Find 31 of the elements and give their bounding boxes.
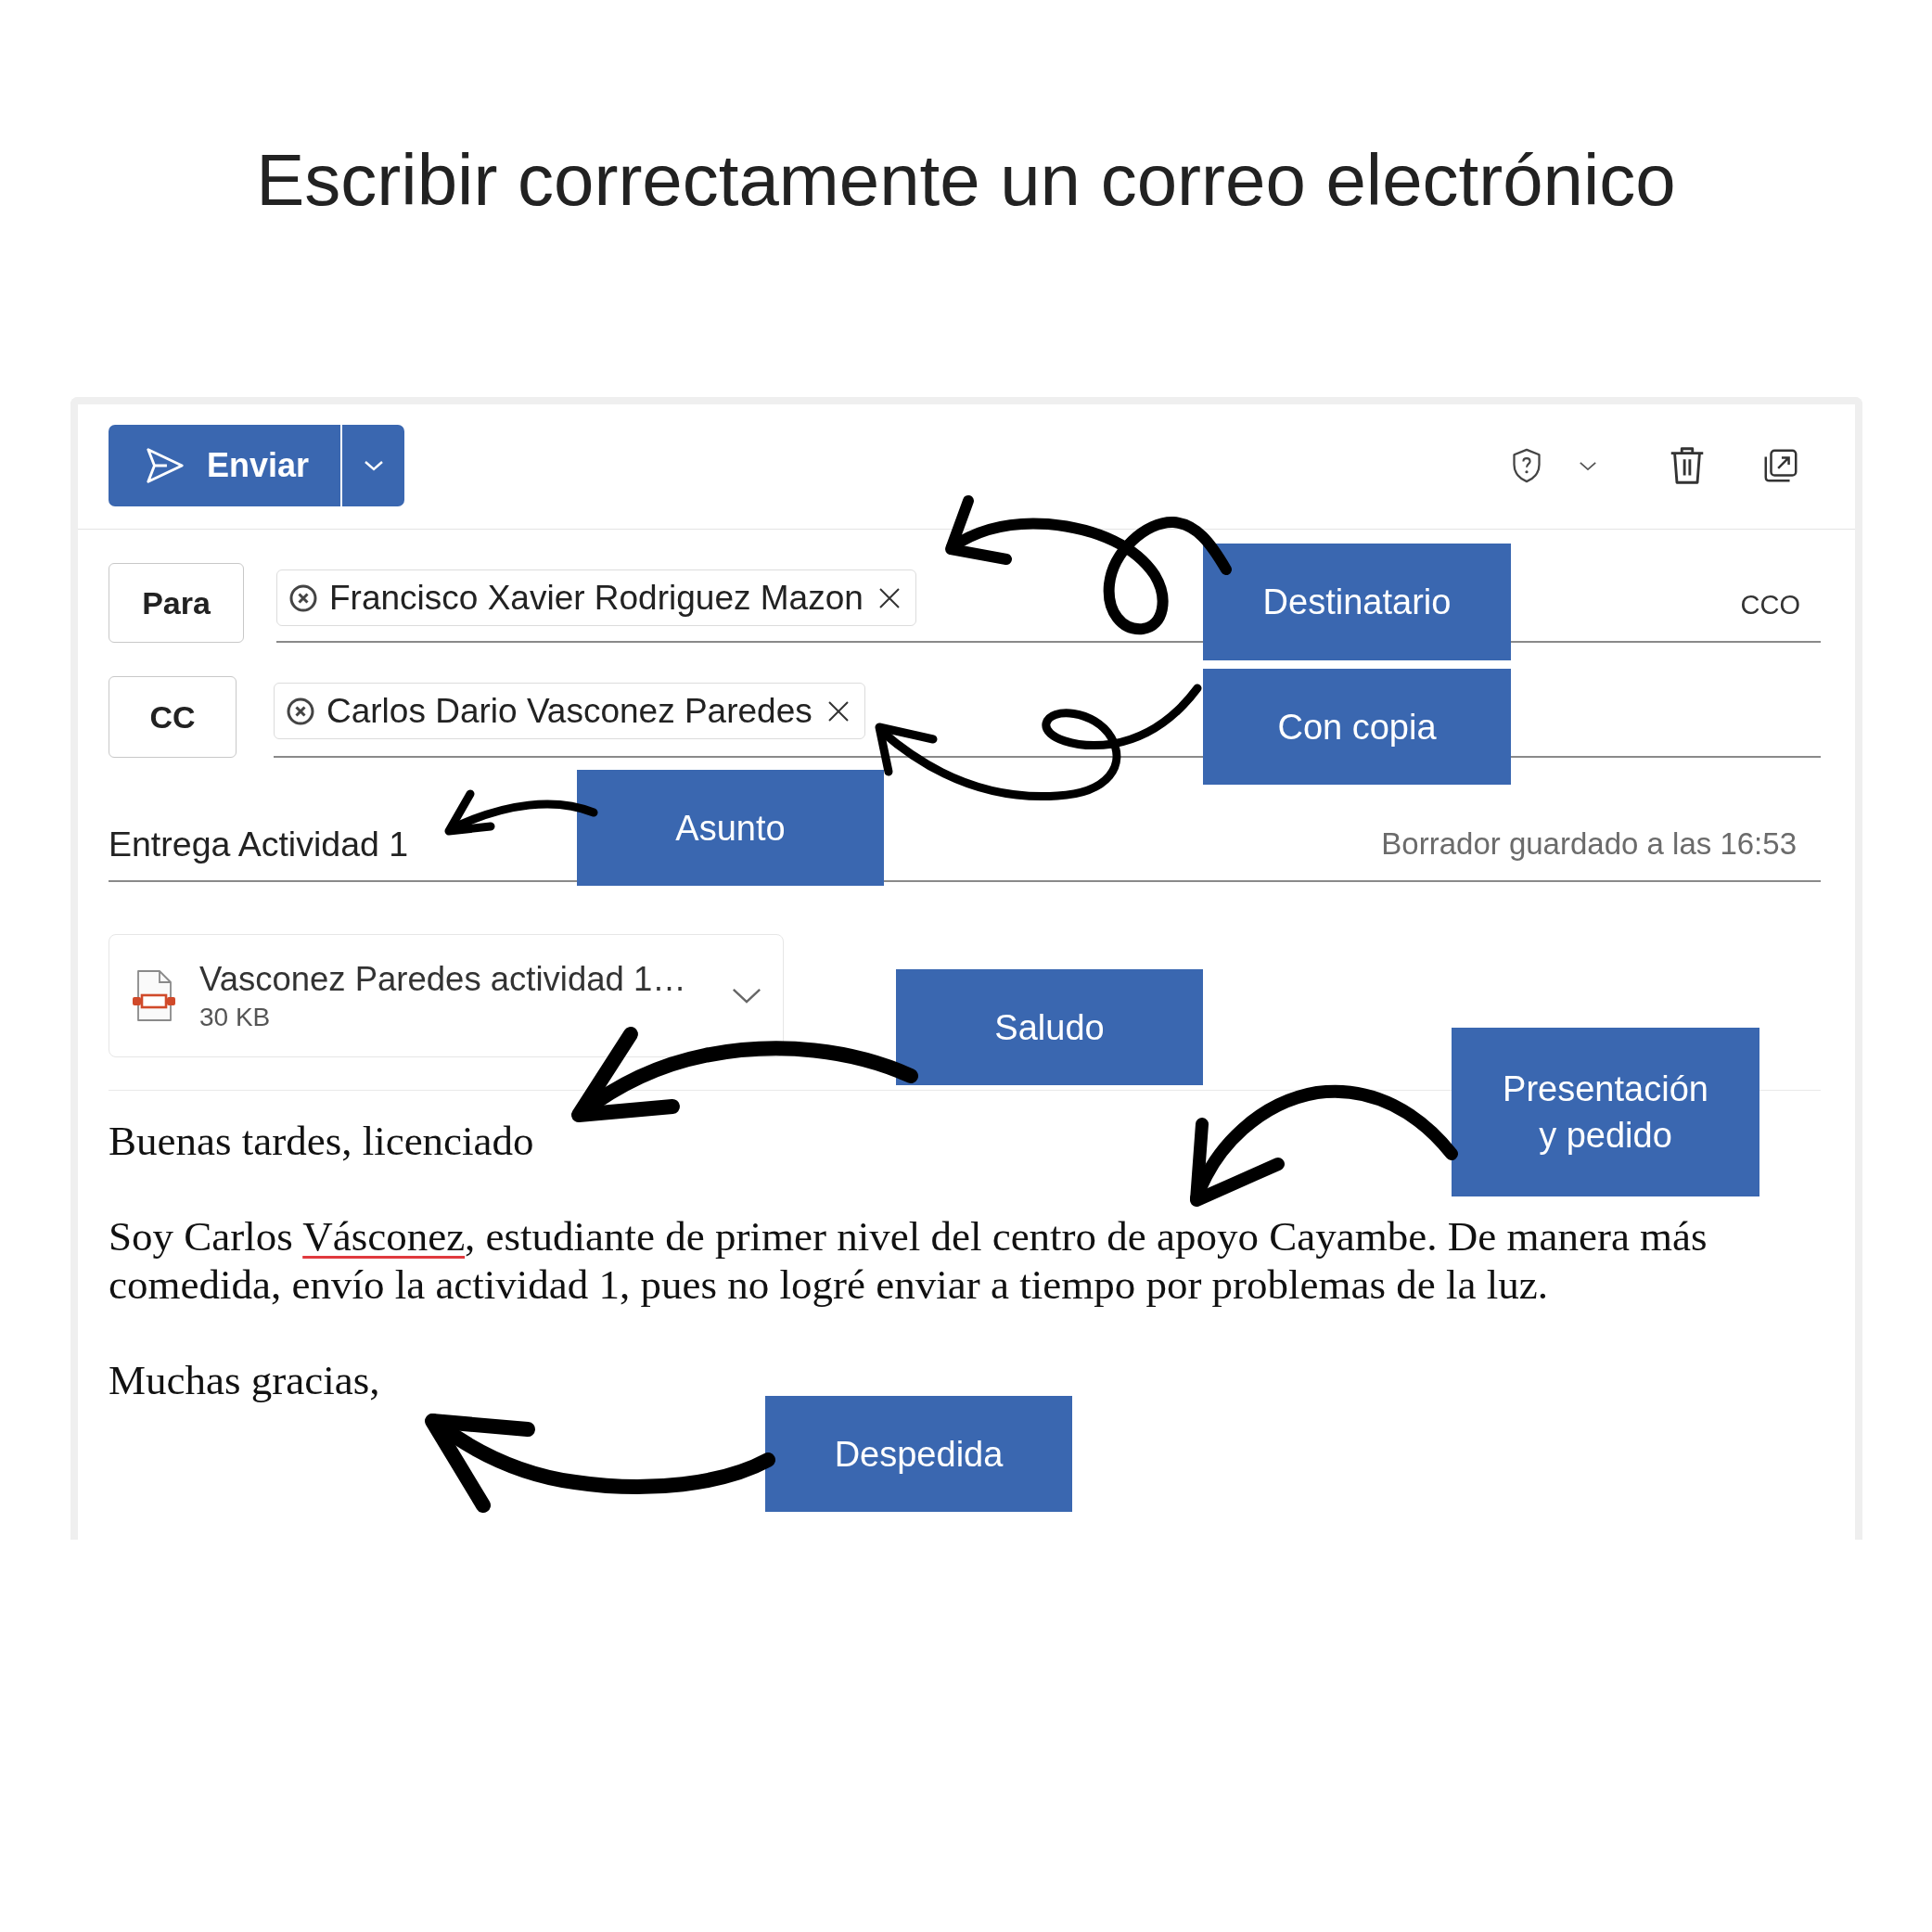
to-button[interactable]: Para	[109, 563, 244, 643]
circled-x-icon[interactable]	[288, 582, 318, 613]
annotation-callout: Destinatario	[1203, 544, 1511, 660]
bcc-link[interactable]: CCO	[1740, 590, 1800, 621]
shield-question-icon[interactable]	[1510, 447, 1543, 484]
body-paragraph: Buenas tardes, licenciado	[109, 1117, 534, 1165]
send-options-button[interactable]	[340, 425, 404, 506]
annotation-callout: Con copia	[1203, 669, 1511, 785]
annotation-callout: Despedida	[765, 1396, 1072, 1512]
page-title: Escribir correctamente un correo electrónico	[256, 140, 1676, 220]
body-paragraph: Soy Carlos Vásconez, estudiante de primer nivel del centro de apoyo Cayambe. De manera más comedida, envío la actividad 1, pues no logré enviar a tiempo por problemas de la luz.	[109, 1212, 1708, 1309]
attachment-size: 30 KB	[199, 1002, 272, 1032]
body-paragraph: Muchas gracias,	[109, 1356, 380, 1404]
file-icon	[130, 968, 176, 1023]
close-icon[interactable]	[826, 699, 850, 723]
close-icon[interactable]	[877, 586, 901, 609]
send-button[interactable]: Enviar	[109, 425, 340, 506]
recipient-chip[interactable]: Carlos Dario Vasconez Paredes	[274, 683, 865, 739]
annotation-callout: Presentación y pedido	[1452, 1028, 1759, 1196]
subject-value: Entrega Actividad 1	[109, 824, 409, 864]
chevron-down-icon[interactable]	[1579, 460, 1597, 471]
attachment-card[interactable]: Vasconez Paredes actividad 1… 30 KB	[109, 934, 784, 1057]
annotation-callout: Asunto	[577, 770, 884, 886]
circled-x-icon[interactable]	[286, 696, 315, 726]
attachment-name: Vasconez Paredes actividad 1…	[199, 959, 686, 999]
draft-status: Borrador guardado a las 16:53	[1381, 826, 1797, 862]
chevron-down-icon	[363, 460, 384, 471]
chevron-down-icon[interactable]	[731, 987, 762, 1004]
cc-button[interactable]: CC	[109, 676, 237, 758]
annotation-callout: Saludo	[896, 969, 1203, 1085]
recipient-chip[interactable]: Francisco Xavier Rodriguez Mazon	[276, 569, 916, 626]
